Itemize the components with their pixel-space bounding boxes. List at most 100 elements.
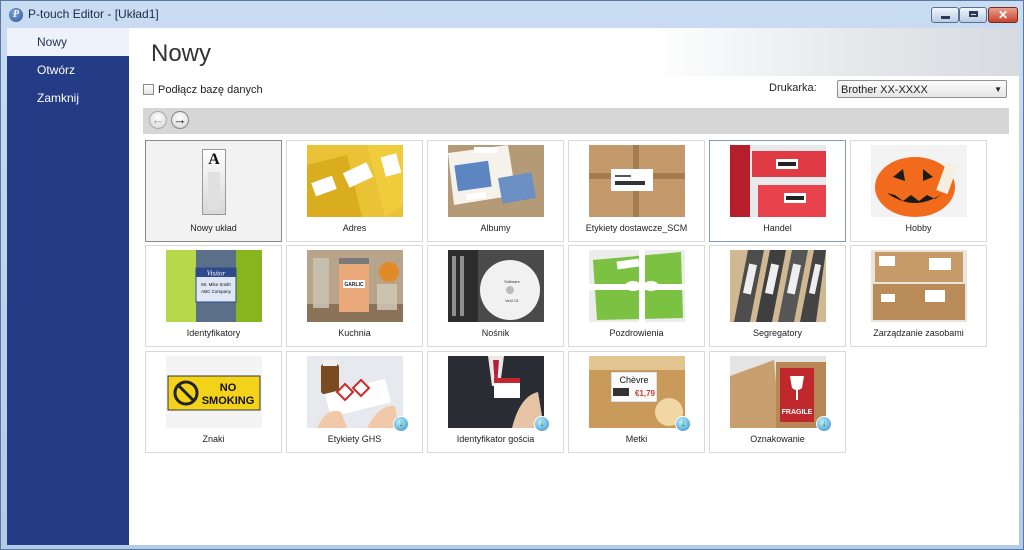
template-tile-segregatory[interactable]: Segregatory (709, 245, 846, 347)
disc-text-2: Ver2.01 (505, 298, 520, 303)
sign-text-2: SMOKING (202, 395, 255, 407)
thumbnail-greetings (589, 250, 685, 322)
minimize-button[interactable] (931, 7, 959, 23)
tile-label: Kuchnia (338, 328, 371, 338)
template-tile-etykiety-dostawcze[interactable]: Etykiety dostawcze_SCM (568, 140, 705, 242)
thumbnail-asset-management (871, 250, 967, 322)
printer-label: Drukarka: (769, 82, 817, 94)
arrow-right-icon: → (173, 112, 187, 127)
thumbnail-media: Software Ver2.01 (448, 250, 544, 322)
thumbnail-signs: NO SMOKING (166, 356, 262, 428)
page-title: Nowy (151, 40, 212, 67)
thumbnail-tags: Chèvre €1,79 (589, 356, 685, 428)
visitor-company-text: ABC Company (201, 289, 232, 294)
tile-label: Pozdrowienia (609, 328, 664, 338)
download-icon: ↓ (816, 416, 832, 432)
tile-label: Segregatory (752, 328, 803, 338)
header-decoration (649, 28, 1019, 76)
tile-label: Hobby (905, 223, 932, 233)
thumbnail-marking-wrap: FRAGILE ↓ (730, 356, 832, 432)
tile-label: Adres (342, 223, 367, 233)
tile-label: Znaki (202, 434, 225, 444)
template-tile-identyfikatory[interactable]: Visitor Mr. Mike Smith ABC Company Ident… (145, 245, 282, 347)
tile-label: Handel (763, 223, 792, 233)
chevron-down-icon: ▼ (994, 85, 1002, 94)
thumbnail-marking: FRAGILE (730, 356, 826, 428)
thumbnail-kitchen: GARLIC (307, 250, 403, 322)
template-tile-znaki[interactable]: NO SMOKING Znaki (145, 351, 282, 453)
visitor-badge-text: Visitor (207, 270, 226, 278)
thumbnail-address (307, 145, 403, 217)
visitor-name-text: Mr. Mike Smith (201, 282, 231, 287)
client-area: Nowy Otwórz Zamknij Nowy Podłącz bazę da… (7, 28, 1019, 545)
tag-product-text: Chèvre (619, 375, 648, 385)
main-panel: Nowy Podłącz bazę danych Drukarka: Broth… (129, 28, 1019, 545)
sidebar-item-otworz[interactable]: Otwórz (7, 56, 129, 84)
title-bar[interactable]: P P-touch Editor - [Układ1] ✕ (1, 1, 1023, 27)
template-tile-nosnik[interactable]: Software Ver2.01 Nośnik (427, 245, 564, 347)
maximize-button[interactable] (959, 7, 987, 23)
tile-label: Metki (625, 434, 648, 444)
template-tile-pozdrowienia[interactable]: Pozdrowienia (568, 245, 705, 347)
template-tile-etykiety-ghs[interactable]: ↓ Etykiety GHS (286, 351, 423, 453)
thumbnail-binders (730, 250, 826, 322)
thumbnail-new-layout: A (166, 145, 262, 217)
tile-label: Zarządzanie zasobami (873, 328, 964, 338)
download-icon: ↓ (675, 416, 691, 432)
thumbnail-ghs-wrap: ↓ (307, 356, 409, 432)
thumbnail-id-badges: Visitor Mr. Mike Smith ABC Company (166, 250, 262, 322)
tile-label: Albumy (480, 223, 511, 233)
tag-price-text: €1,79 (635, 389, 656, 398)
connect-db-checkbox[interactable] (143, 84, 154, 95)
template-tile-albumy[interactable]: Albumy (427, 140, 564, 242)
sidebar-item-zamknij[interactable]: Zamknij (7, 84, 129, 112)
window-title: P-touch Editor - [Układ1] (28, 7, 159, 21)
tile-label: Identyfikatory (186, 328, 241, 338)
tile-label: Oznakowanie (750, 434, 805, 444)
app-window: P P-touch Editor - [Układ1] ✕ Nowy Otwór… (0, 0, 1024, 550)
close-icon: ✕ (997, 8, 1009, 22)
download-icon: ↓ (393, 416, 409, 432)
fragile-text: FRAGILE (782, 409, 813, 416)
forward-button[interactable]: → (171, 111, 189, 129)
template-tile-zarzadzanie-zasobami[interactable]: Zarządzanie zasobami (850, 245, 987, 347)
template-tile-kuchnia[interactable]: GARLIC Kuchnia (286, 245, 423, 347)
sidebar: Nowy Otwórz Zamknij (7, 28, 129, 545)
sidebar-item-nowy[interactable]: Nowy (7, 28, 129, 56)
navigation-bar: ← → (143, 108, 1009, 134)
template-tile-oznakowanie[interactable]: FRAGILE ↓ Oznakowanie (709, 351, 846, 453)
thumbnail-guest-badge-wrap: ↓ (448, 356, 550, 432)
new-layout-letter: A (208, 151, 220, 168)
thumbnail-shipping (589, 145, 685, 217)
template-tile-identyfikator-goscia[interactable]: ↓ Identyfikator gościa (427, 351, 564, 453)
template-tile-adres[interactable]: Adres (286, 140, 423, 242)
connect-db-label[interactable]: Podłącz bazę danych (158, 84, 263, 96)
template-tile-metki[interactable]: Chèvre €1,79 ↓ Metki (568, 351, 705, 453)
template-tile-nowy-uklad[interactable]: A Nowy układ (145, 140, 282, 242)
garlic-label-text: GARLIC (344, 282, 364, 288)
app-icon: P (9, 8, 23, 22)
printer-value: Brother XX-XXXX (841, 84, 928, 96)
minimize-icon (940, 16, 950, 19)
thumbnail-tags-wrap: Chèvre €1,79 ↓ (589, 356, 691, 432)
sign-text-1: NO (220, 382, 237, 394)
tile-label: Etykiety dostawcze_SCM (585, 223, 688, 233)
thumbnail-ghs (307, 356, 403, 428)
thumbnail-guest-badge (448, 356, 544, 428)
template-tile-handel[interactable]: Handel (709, 140, 846, 242)
thumbnail-hobby (871, 145, 967, 217)
close-button[interactable]: ✕ (988, 7, 1018, 23)
disc-text-1: Software (504, 279, 521, 284)
tile-label: Identyfikator gościa (456, 434, 535, 444)
back-button[interactable]: ← (149, 111, 167, 129)
download-icon: ↓ (534, 416, 550, 432)
arrow-left-icon: ← (151, 112, 165, 127)
template-tile-hobby[interactable]: Hobby (850, 140, 987, 242)
printer-select[interactable]: Brother XX-XXXX ▼ (837, 80, 1007, 98)
thumbnail-retail (730, 145, 826, 217)
maximize-icon (968, 11, 978, 17)
tile-label: Nośnik (481, 328, 510, 338)
tile-label: Nowy układ (190, 223, 237, 233)
tile-label: Etykiety GHS (327, 434, 382, 444)
thumbnail-albums (448, 145, 544, 217)
